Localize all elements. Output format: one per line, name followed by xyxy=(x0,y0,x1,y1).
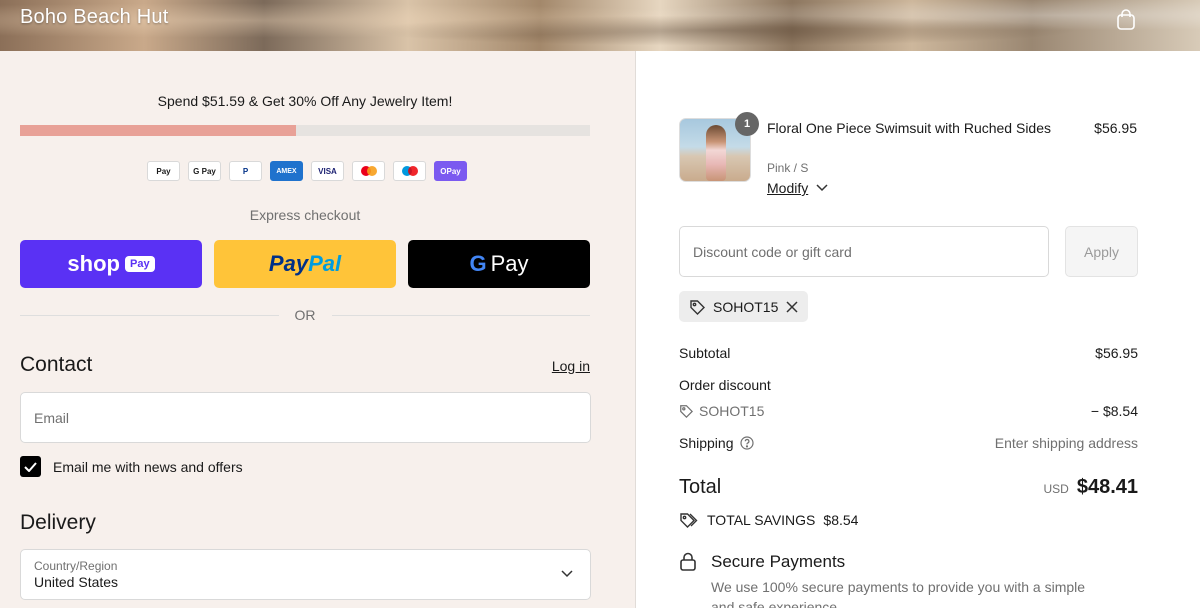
help-icon[interactable] xyxy=(739,436,754,450)
order-summary-panel: 1 Floral One Piece Swimsuit with Ruched … xyxy=(637,51,1200,608)
checkout-form-panel: Spend $51.59 & Get 30% Off Any Jewelry I… xyxy=(0,51,636,608)
discount-code-input[interactable]: Discount code or gift card xyxy=(679,226,1049,277)
total-savings: TOTAL SAVINGS $8.54 xyxy=(679,512,858,528)
express-checkout-label: Express checkout xyxy=(249,207,361,223)
applied-discount-chip: SOHOT15 xyxy=(679,291,809,322)
product-title: Floral One Piece Swimsuit with Ruched Si… xyxy=(767,120,1052,136)
shipping-row: Shipping Enter shipping address xyxy=(679,435,1138,451)
chevron-down-icon xyxy=(816,184,828,192)
paypal-wordmark-a: Pay xyxy=(268,251,309,276)
order-discount-row: Order discount xyxy=(679,377,1138,393)
apply-discount-button[interactable]: Apply xyxy=(1065,226,1138,277)
promo-progress-bar xyxy=(20,125,590,136)
total-label: Total xyxy=(679,476,722,498)
or-divider: OR xyxy=(20,307,590,323)
checkmark-icon xyxy=(24,461,37,472)
google-g-icon: G xyxy=(469,251,487,276)
newsletter-label: Email me with news and offers xyxy=(53,458,243,475)
google-pay-button[interactable]: G Pay xyxy=(408,240,590,288)
close-icon[interactable] xyxy=(786,300,798,313)
lock-icon xyxy=(680,552,696,571)
promo-progress-fill xyxy=(20,125,297,136)
subtotal-row: Subtotal $56.95 xyxy=(679,345,1138,361)
savings-value: $8.54 xyxy=(823,512,859,528)
savings-label: TOTAL SAVINGS xyxy=(707,512,816,528)
discount-code-text: SOHOT15 xyxy=(699,403,765,419)
or-text: OR xyxy=(294,307,316,323)
tags-icon xyxy=(680,513,698,528)
shop-pay-button[interactable]: shop Pay xyxy=(20,240,202,288)
delivery-heading: Delivery xyxy=(20,511,96,534)
subtotal-label: Subtotal xyxy=(679,345,731,361)
contact-heading: Contact xyxy=(20,353,93,376)
mastercard-icon xyxy=(352,161,385,181)
visa-icon: VISA xyxy=(311,161,344,181)
product-price: $56.95 xyxy=(1094,120,1137,136)
applied-code-text: SOHOT15 xyxy=(713,298,779,315)
chevron-down-icon xyxy=(561,570,573,578)
secure-payments-description: We use 100% secure payments to provide y… xyxy=(711,579,1086,608)
shop-pay-tag: Pay xyxy=(124,256,155,272)
discount-code-row: SOHOT15 − $8.54 xyxy=(679,403,1138,419)
shipping-label-group: Shipping xyxy=(679,435,754,451)
brand-name[interactable]: Boho Beach Hut xyxy=(20,6,168,29)
promo-text: Spend $51.59 & Get 30% Off Any Jewelry I… xyxy=(157,93,453,109)
country-label: Country/Region xyxy=(34,559,118,573)
tag-icon xyxy=(690,299,705,315)
tag-icon xyxy=(680,405,693,418)
newsletter-option[interactable]: Email me with news and offers xyxy=(20,456,243,477)
newsletter-checkbox[interactable] xyxy=(20,456,41,477)
total-amount-group: USD $48.41 xyxy=(1043,476,1138,499)
opay-icon: OPay xyxy=(434,161,467,181)
discount-code-group: SOHOT15 xyxy=(679,403,764,419)
product-image-figure xyxy=(706,125,726,181)
header-banner: Boho Beach Hut xyxy=(0,0,1200,51)
shopping-bag-icon[interactable] xyxy=(1114,8,1138,32)
secure-payments-text-group: Secure Payments We use 100% secure payme… xyxy=(711,552,1091,608)
currency-code: USD xyxy=(1043,482,1069,496)
email-placeholder: Email xyxy=(34,409,70,426)
subtotal-value: $56.95 xyxy=(1095,345,1138,361)
country-value: United States xyxy=(34,574,119,590)
modify-button[interactable]: Modify xyxy=(767,180,828,196)
shipping-value: Enter shipping address xyxy=(994,435,1138,451)
shipping-label: Shipping xyxy=(679,435,734,451)
paypal-button[interactable]: Pay Pal xyxy=(214,240,396,288)
payment-methods: Pay G Pay P AMEX VISA OPay xyxy=(147,161,467,181)
divider-line xyxy=(20,314,279,316)
total-row: Total USD $48.41 xyxy=(679,476,1138,499)
discount-value: − $8.54 xyxy=(1090,403,1138,419)
maestro-icon xyxy=(393,161,426,181)
order-discount-label: Order discount xyxy=(679,377,771,393)
email-input[interactable]: Email xyxy=(20,392,591,443)
divider-line xyxy=(331,314,590,316)
secure-payments-title: Secure Payments xyxy=(711,552,846,571)
country-select[interactable]: Country/Region United States xyxy=(20,549,591,600)
shop-pay-wordmark: shop xyxy=(67,251,120,276)
total-value: $48.41 xyxy=(1076,476,1138,498)
discount-placeholder: Discount code or gift card xyxy=(693,243,852,260)
paypal-wordmark-b: Pal xyxy=(308,251,342,276)
login-link[interactable]: Log in xyxy=(552,358,590,374)
google-pay-label: Pay xyxy=(490,251,529,276)
modify-label: Modify xyxy=(767,180,809,196)
google-pay-icon: G Pay xyxy=(188,161,221,181)
secure-payments-section: Secure Payments We use 100% secure payme… xyxy=(679,552,1091,608)
amex-icon: AMEX xyxy=(270,161,303,181)
apple-pay-icon: Pay xyxy=(147,161,180,181)
product-variant: Pink / S xyxy=(767,161,809,175)
express-checkout-buttons: shop Pay Pay Pal G Pay xyxy=(20,240,590,288)
paypal-icon: P xyxy=(229,161,262,181)
quantity-badge: 1 xyxy=(735,112,759,136)
